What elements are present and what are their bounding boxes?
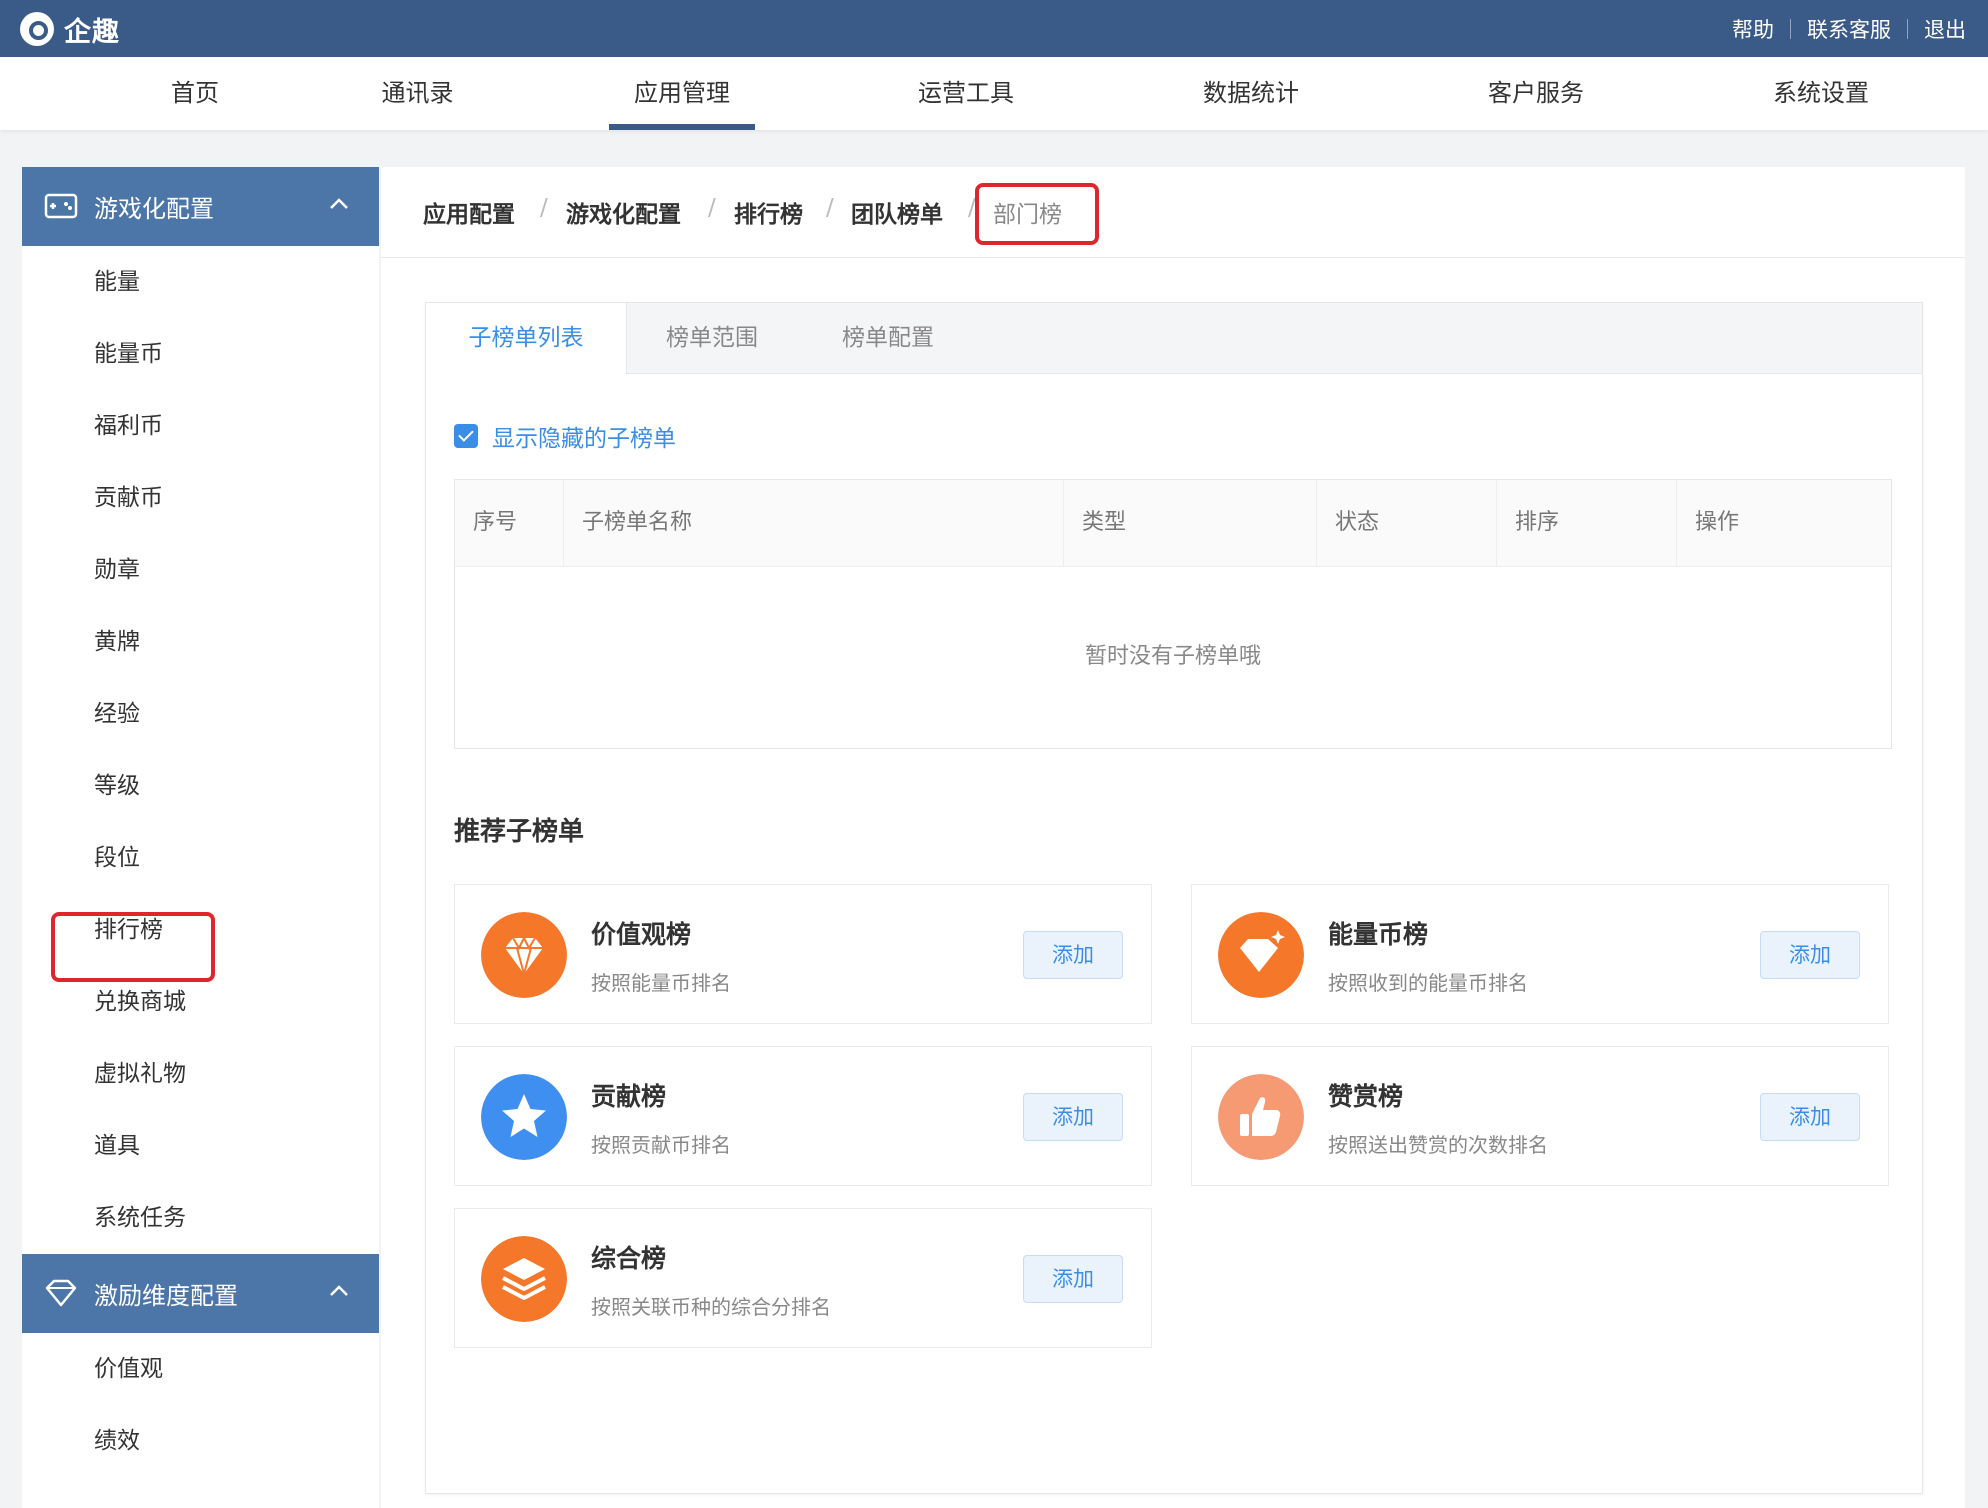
nav-system-settings[interactable]: 系统设置: [1748, 57, 1894, 130]
card-title: 能量币榜: [1328, 920, 1429, 949]
sidebar-item-performance[interactable]: 绩效: [22, 1405, 379, 1477]
nav-data-statistics[interactable]: 数据统计: [1178, 57, 1324, 130]
card-description: 按照收到的能量币排名: [1328, 971, 1528, 995]
card-title: 赞赏榜: [1328, 1082, 1404, 1111]
breadcrumb-gamification[interactable]: 游戏化配置: [566, 195, 681, 229]
gem-outline-icon: [45, 1279, 77, 1307]
app-logo[interactable]: 企趣: [20, 9, 120, 49]
chevron-up-icon[interactable]: [329, 1284, 349, 1298]
sidebar-item-contribution-coin[interactable]: 贡献币: [22, 462, 379, 534]
recommend-card-contribution: 贡献榜 按照贡献币排名 添加: [454, 1046, 1152, 1186]
sidebar-item-rank-tier[interactable]: 段位: [22, 822, 379, 894]
sidebar-item-welfare-coin[interactable]: 福利币: [22, 390, 379, 462]
add-button[interactable]: 添加: [1023, 931, 1123, 979]
divider: [1907, 19, 1908, 39]
sidebar-group-incentive-dimensions[interactable]: 激励维度配置: [22, 1254, 379, 1333]
divider: [1790, 19, 1791, 39]
column-header-index: 序号: [455, 480, 564, 566]
checkbox-checked[interactable]: [454, 424, 478, 448]
nav-customer-service[interactable]: 客户服务: [1463, 57, 1609, 130]
chevron-up-icon[interactable]: [329, 197, 349, 211]
breadcrumb-leaderboard[interactable]: 排行榜: [734, 195, 803, 229]
sidebar-group-label: 游戏化配置: [94, 195, 214, 223]
top-links: 帮助 联系客服 退出: [1732, 14, 1966, 44]
column-header-name: 子榜单名称: [564, 480, 1064, 566]
sidebar-item-virtual-gift[interactable]: 虚拟礼物: [22, 1038, 379, 1110]
sidebar-item-level[interactable]: 等级: [22, 750, 379, 822]
tab-sub-list[interactable]: 子榜单列表: [426, 303, 627, 374]
sidebar-item-energy[interactable]: 能量: [22, 246, 379, 318]
recommend-card-appreciation: 赞赏榜 按照送出赞赏的次数排名 添加: [1191, 1046, 1889, 1186]
contact-support-link[interactable]: 联系客服: [1807, 14, 1891, 44]
recommend-card-composite: 综合榜 按照关联币种的综合分排名 添加: [454, 1208, 1152, 1348]
sidebar-item-energy-coin[interactable]: 能量币: [22, 318, 379, 390]
nav-contacts[interactable]: 通讯录: [370, 57, 465, 130]
highlight-annotation: [51, 912, 215, 982]
sparkle-diamond-icon: [1218, 912, 1304, 998]
breadcrumb-app-config[interactable]: 应用配置: [423, 195, 515, 229]
card-title: 贡献榜: [591, 1082, 667, 1111]
active-nav-indicator: [609, 124, 755, 130]
breadcrumb-separator: /: [826, 195, 834, 221]
sidebar-group-label: 激励维度配置: [94, 1282, 238, 1310]
column-header-order: 排序: [1497, 480, 1677, 566]
add-button[interactable]: 添加: [1023, 1255, 1123, 1303]
empty-table-message: 暂时没有子榜单哦: [1084, 644, 1261, 669]
top-bar: 企趣 帮助 联系客服 退出: [0, 0, 1988, 57]
sub-list-table: 序号 子榜单名称 类型 状态 排序 操作 暂时没有子榜单哦: [454, 479, 1892, 749]
content-area: 应用配置 / 游戏化配置 / 排行榜 / 团队榜单 / 部门榜 子榜单列表 榜单…: [381, 167, 1965, 1508]
gamepad-icon: [44, 193, 78, 219]
app-name: 企趣: [64, 16, 120, 48]
card-description: 按照贡献币排名: [591, 1133, 731, 1157]
nav-app-management[interactable]: 应用管理: [609, 57, 755, 130]
breadcrumb: 应用配置 / 游戏化配置 / 排行榜 / 团队榜单 / 部门榜: [381, 167, 1965, 258]
sidebar: 游戏化配置 能量 能量币 福利币 贡献币 勋章 黄牌 经验 等级 段位 排行榜 …: [22, 167, 379, 1508]
show-hidden-label[interactable]: 显示隐藏的子榜单: [492, 419, 676, 453]
column-header-type: 类型: [1064, 480, 1317, 566]
add-button[interactable]: 添加: [1023, 1093, 1123, 1141]
breadcrumb-separator: /: [540, 195, 548, 221]
main-nav: 首页 通讯录 应用管理 运营工具 数据统计 客户服务 系统设置: [0, 57, 1988, 130]
logout-link[interactable]: 退出: [1924, 14, 1966, 44]
config-panel: 子榜单列表 榜单范围 榜单配置 显示隐藏的子榜单 序号 子榜单名称 类型 状态 …: [425, 302, 1923, 1494]
tab-bar: 子榜单列表 榜单范围 榜单配置: [426, 303, 1922, 374]
sidebar-item-values[interactable]: 价值观: [22, 1333, 379, 1405]
help-link[interactable]: 帮助: [1732, 14, 1774, 44]
breadcrumb-separator: /: [708, 195, 716, 221]
recommend-card-values: 价值观榜 按照能量币排名 添加: [454, 884, 1152, 1024]
tab-list-config[interactable]: 榜单配置: [798, 303, 978, 373]
nav-operation-tools[interactable]: 运营工具: [893, 57, 1039, 130]
logo-icon: [20, 12, 54, 46]
thumbs-up-icon: [1218, 1074, 1304, 1160]
sidebar-group-gamification[interactable]: 游戏化配置: [22, 167, 379, 246]
card-description: 按照关联币种的综合分排名: [591, 1295, 831, 1319]
breadcrumb-team-lists[interactable]: 团队榜单: [851, 195, 943, 229]
diamond-icon: [481, 912, 567, 998]
nav-home[interactable]: 首页: [150, 57, 240, 130]
add-button[interactable]: 添加: [1760, 1093, 1860, 1141]
star-icon: [481, 1074, 567, 1160]
sidebar-item-props[interactable]: 道具: [22, 1110, 379, 1182]
card-description: 按照能量币排名: [591, 971, 731, 995]
tab-list-scope[interactable]: 榜单范围: [626, 303, 798, 373]
show-hidden-toggle[interactable]: 显示隐藏的子榜单: [454, 419, 676, 453]
card-description: 按照送出赞赏的次数排名: [1328, 1133, 1548, 1157]
table-header: 序号 子榜单名称 类型 状态 排序 操作: [455, 480, 1891, 567]
add-button[interactable]: 添加: [1760, 931, 1860, 979]
sidebar-item-yellow-card[interactable]: 黄牌: [22, 606, 379, 678]
highlight-annotation: [975, 183, 1099, 245]
sidebar-item-medal[interactable]: 勋章: [22, 534, 379, 606]
recommend-card-energy-coin: 能量币榜 按照收到的能量币排名 添加: [1191, 884, 1889, 1024]
layers-icon: [481, 1236, 567, 1322]
recommend-section-title: 推荐子榜单: [454, 817, 585, 847]
column-header-actions: 操作: [1695, 510, 1740, 535]
column-header-status: 状态: [1317, 480, 1497, 566]
sidebar-item-experience[interactable]: 经验: [22, 678, 379, 750]
card-title: 价值观榜: [591, 920, 692, 949]
sidebar-item-system-tasks[interactable]: 系统任务: [22, 1182, 379, 1254]
card-title: 综合榜: [591, 1244, 667, 1273]
